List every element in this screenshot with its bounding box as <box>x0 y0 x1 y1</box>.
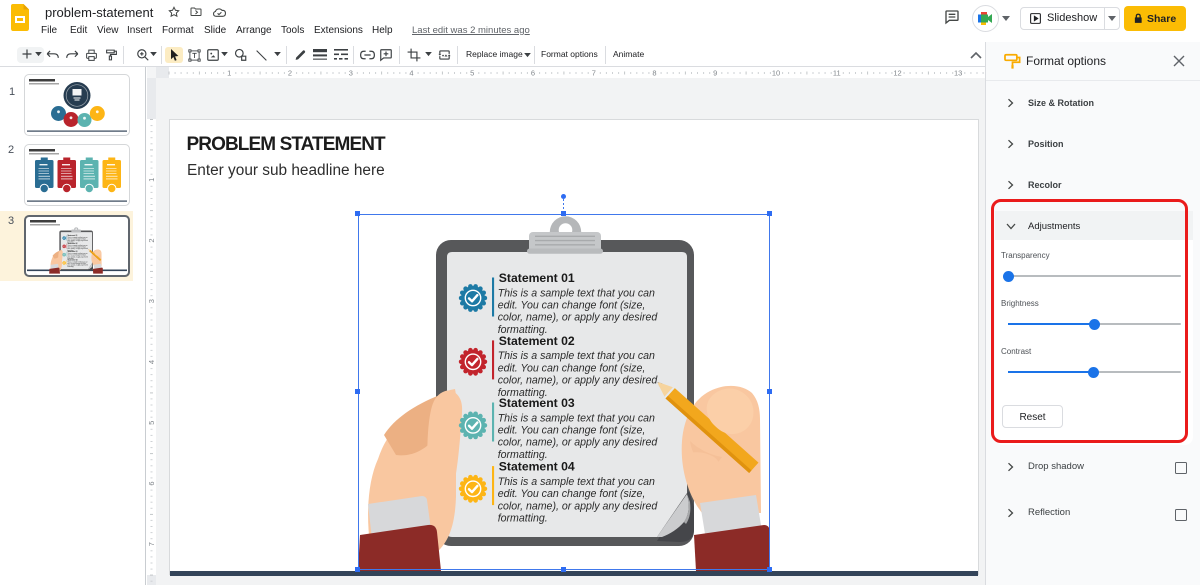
svg-text:2: 2 <box>147 238 156 242</box>
svg-text:7: 7 <box>592 69 596 78</box>
svg-text:4: 4 <box>147 360 156 364</box>
svg-text:6: 6 <box>147 481 156 485</box>
svg-text:10: 10 <box>772 69 780 78</box>
svg-text:8: 8 <box>652 69 656 78</box>
svg-text:9: 9 <box>713 69 717 78</box>
svg-text:2: 2 <box>288 69 292 78</box>
svg-text:6: 6 <box>531 69 535 78</box>
svg-text:11: 11 <box>833 69 841 78</box>
svg-text:1: 1 <box>147 178 156 182</box>
svg-text:3: 3 <box>349 69 353 78</box>
svg-text:12: 12 <box>893 69 901 78</box>
svg-text:5: 5 <box>470 69 474 78</box>
svg-text:7: 7 <box>147 542 156 546</box>
svg-text:4: 4 <box>409 69 413 78</box>
svg-text:3: 3 <box>147 299 156 303</box>
svg-text:13: 13 <box>954 69 962 78</box>
svg-text:5: 5 <box>147 421 156 425</box>
svg-text:1: 1 <box>227 69 231 78</box>
